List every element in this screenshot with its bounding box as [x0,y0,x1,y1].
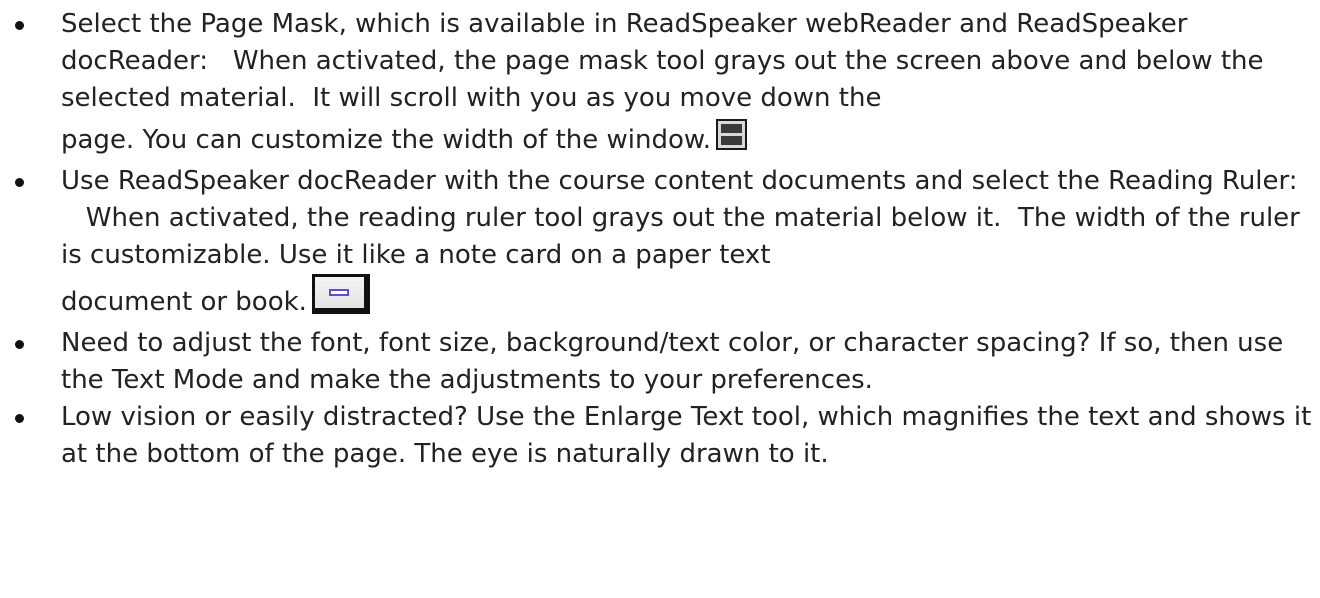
document-body: Select the Page Mask, which is available… [0,0,1320,598]
list-item-page-mask: Select the Page Mask, which is available… [0,6,1320,163]
list-item-reading-ruler: Use ReadSpeaker docReader with the cours… [0,163,1320,325]
text-part1: Use ReadSpeaker docReader with the cours… [61,166,1298,196]
text-part3: It will scroll with you as you move down… [312,83,882,113]
bullet-dot [15,414,24,423]
bullet-dot [15,178,24,187]
list-item-text-mode: Need to adjust the font, font size, back… [0,325,1320,399]
item-last-line: page. You can customize the width of the… [61,117,1314,163]
item-last-line: document or book. [61,274,1314,325]
reading-ruler-icon [311,274,370,314]
item-text: Use ReadSpeaker docReader with the cours… [61,166,1300,270]
last-line-text: page. You can customize the width of the… [61,125,712,155]
item-text: Low vision or easily distracted? Use the… [61,402,1312,469]
item-text: Select the Page Mask, which is available… [61,9,1264,113]
bullet-dot [15,21,24,30]
item-text: Need to adjust the font, font size, back… [61,328,1284,395]
page-mask-icon [716,119,748,150]
last-line-text: document or book. [61,287,307,317]
text-part2: When activated, the reading ruler tool g… [85,203,1002,233]
list-item-enlarge-text: Low vision or easily distracted? Use the… [0,399,1320,473]
bullet-list: Select the Page Mask, which is available… [0,6,1320,473]
bullet-dot [15,340,24,349]
